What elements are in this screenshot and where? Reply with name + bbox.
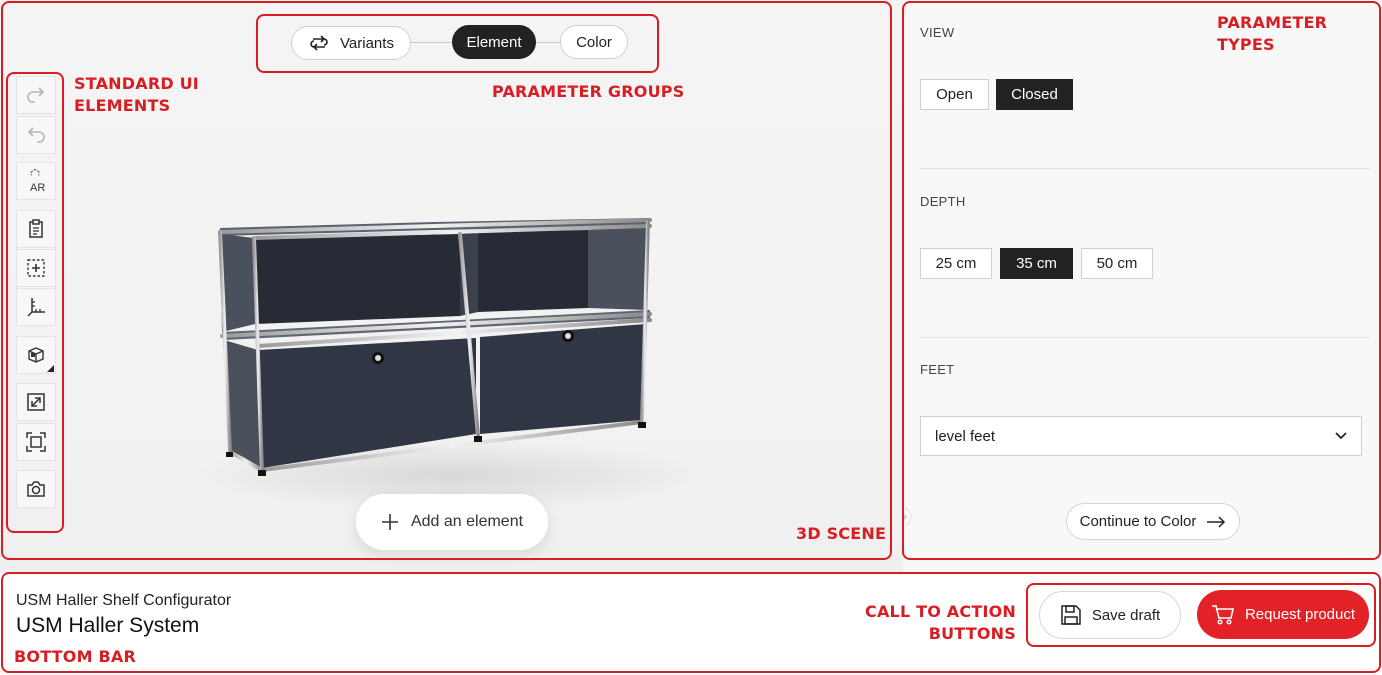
annotation-parameter-groups-box — [256, 14, 659, 73]
annotation-cta-label: CALL TO ACTION BUTTONS — [865, 602, 1016, 643]
annotation-parameter-types-label: PARAMETER TYPES — [1217, 13, 1328, 54]
annotation-bottom-bar-label: BOTTOM BAR — [14, 647, 136, 666]
annotation-3d-scene-label: 3D SCENE — [796, 524, 887, 543]
annotation-parameter-types-box — [902, 1, 1381, 560]
annotation-parameter-groups-label: PARAMETER GROUPS — [492, 82, 685, 101]
annotation-cta-box — [1026, 583, 1376, 647]
annotation-standard-ui-box — [6, 72, 64, 533]
annotation-standard-ui-label: STANDARD UI ELEMENTS — [74, 74, 199, 115]
